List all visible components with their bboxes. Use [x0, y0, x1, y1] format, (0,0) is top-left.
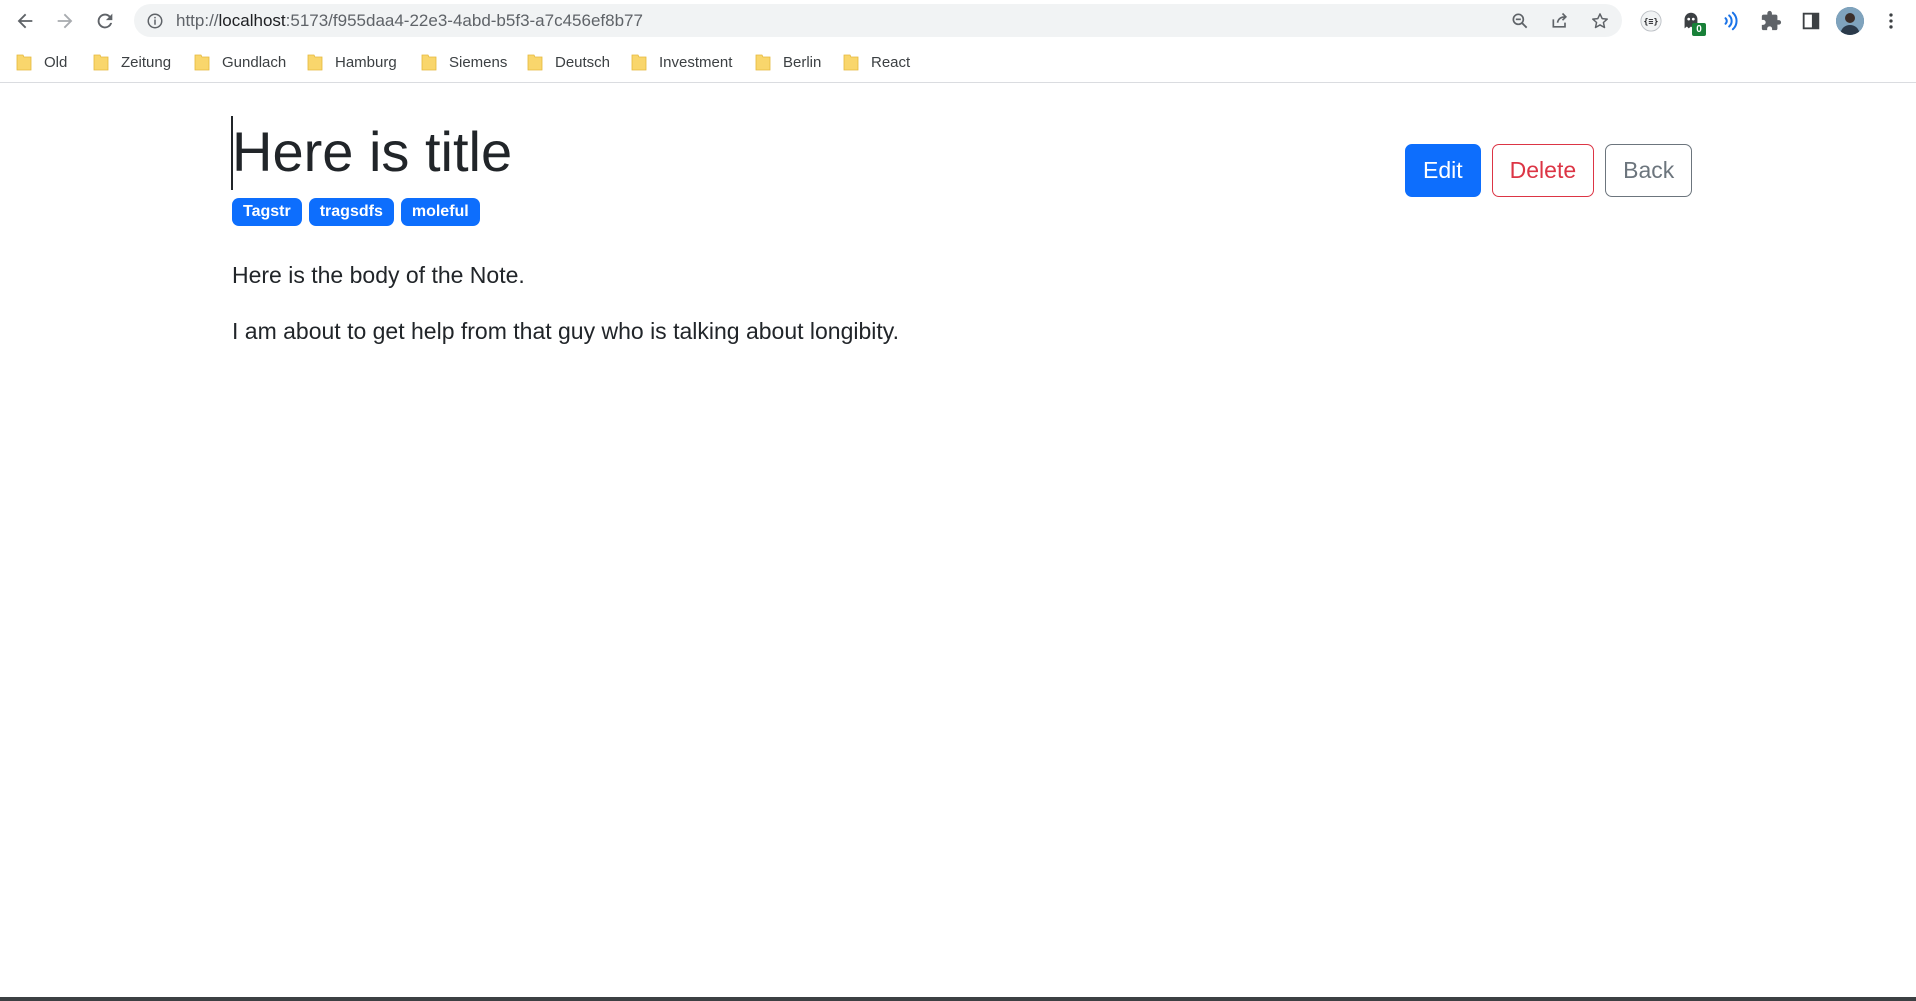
kebab-menu-icon [1889, 13, 1893, 29]
tag-badge: tragsdfs [308, 198, 394, 226]
extension-ghostery[interactable]: 0 [1676, 6, 1706, 36]
bookmarks-bar: Old Zeitung Gundlach Hamburg Siemens Deu… [0, 41, 1916, 83]
arrow-right-icon [57, 13, 73, 29]
braces-icon: {≡} [1640, 10, 1662, 32]
note-paragraph: Here is the body of the Note. [232, 262, 525, 288]
folder-icon [421, 54, 437, 71]
info-icon[interactable] [146, 12, 164, 30]
sound-waves-icon [1724, 11, 1738, 31]
bookmark-star-button[interactable] [1588, 9, 1612, 33]
bookmark-folder-hamburg[interactable]: Hamburg [307, 50, 397, 74]
url-path: :5173/f955daa4-22e3-4abd-b5f3-a7c456ef8b… [285, 11, 643, 30]
side-panel-button[interactable] [1796, 6, 1826, 36]
note-body: Here is the body of the Note. I am about… [232, 260, 1692, 372]
folder-icon [631, 54, 647, 71]
extension-badge: 0 [1692, 23, 1706, 36]
profile-avatar[interactable] [1836, 7, 1864, 35]
side-panel-icon [1802, 12, 1820, 30]
folder-icon [755, 54, 771, 71]
bookmark-label: Deutsch [555, 53, 611, 71]
bookmark-label: Siemens [449, 53, 508, 71]
forward-button[interactable] [50, 6, 80, 36]
tag-badge: moleful [400, 198, 480, 226]
bookmark-folder-deutsch[interactable]: Deutsch [527, 50, 610, 74]
folder-icon [93, 54, 109, 71]
folder-icon [194, 54, 210, 71]
puzzle-icon [1761, 10, 1782, 31]
bookmark-label: Old [44, 53, 68, 71]
star-icon [1592, 13, 1608, 29]
reload-button[interactable] [90, 6, 120, 36]
url-host: localhost [218, 11, 286, 30]
bookmark-folder-old[interactable]: Old [16, 50, 67, 74]
bookmark-folder-berlin[interactable]: Berlin [755, 50, 821, 74]
bookmark-label: Investment [659, 53, 733, 71]
tag-list: Tagstr tragsdfs moleful [232, 198, 480, 226]
note-paragraph: I am about to get help from that guy who… [232, 318, 899, 344]
bookmark-label: Gundlach [222, 53, 287, 71]
reload-icon [97, 13, 113, 29]
folder-icon [527, 54, 543, 71]
back-link-button[interactable]: Back [1605, 144, 1693, 197]
tag-badge: Tagstr [232, 198, 302, 226]
window-bottom-edge [0, 997, 1916, 1001]
delete-button[interactable]: Delete [1491, 144, 1595, 197]
note-title: Here is title [232, 120, 513, 183]
bookmark-label: React [871, 53, 911, 71]
extension-read-aloud[interactable] [1716, 6, 1746, 36]
zoom-button[interactable] [1508, 9, 1532, 33]
address-bar[interactable]: http://localhost:5173/f955daa4-22e3-4abd… [134, 4, 1622, 37]
bookmark-folder-zeitung[interactable]: Zeitung [93, 50, 171, 74]
bookmark-folder-react[interactable]: React [843, 50, 910, 74]
folder-icon [16, 54, 32, 71]
bookmark-folder-gundlach[interactable]: Gundlach [194, 50, 286, 74]
url-scheme: http:// [176, 11, 219, 30]
share-icon [1552, 12, 1568, 28]
url-text[interactable]: http://localhost:5173/f955daa4-22e3-4abd… [176, 4, 643, 37]
extension-json-viewer[interactable]: {≡} [1636, 6, 1666, 36]
edit-button[interactable]: Edit [1405, 144, 1481, 197]
arrow-left-icon [17, 13, 33, 29]
bookmark-label: Hamburg [335, 53, 397, 71]
browser-toolbar: http://localhost:5173/f955daa4-22e3-4abd… [0, 0, 1916, 41]
svg-text:{≡}: {≡} [1644, 16, 1659, 26]
folder-icon [843, 54, 859, 71]
avatar-icon [1836, 7, 1864, 35]
extensions-button[interactable] [1756, 6, 1786, 36]
back-button[interactable] [10, 6, 40, 36]
folder-icon [307, 54, 323, 71]
note-actions: Edit Delete Back [1405, 144, 1693, 197]
note-page: Here is title Tagstr tragsdfs moleful Ed… [0, 84, 1916, 998]
bookmark-folder-investment[interactable]: Investment [631, 50, 732, 74]
share-button[interactable] [1548, 9, 1572, 33]
bookmark-label: Zeitung [121, 53, 172, 71]
bookmark-label: Berlin [783, 53, 822, 71]
browser-menu-button[interactable] [1876, 6, 1906, 36]
zoom-icon [1512, 13, 1528, 29]
bookmark-folder-siemens[interactable]: Siemens [421, 50, 507, 74]
